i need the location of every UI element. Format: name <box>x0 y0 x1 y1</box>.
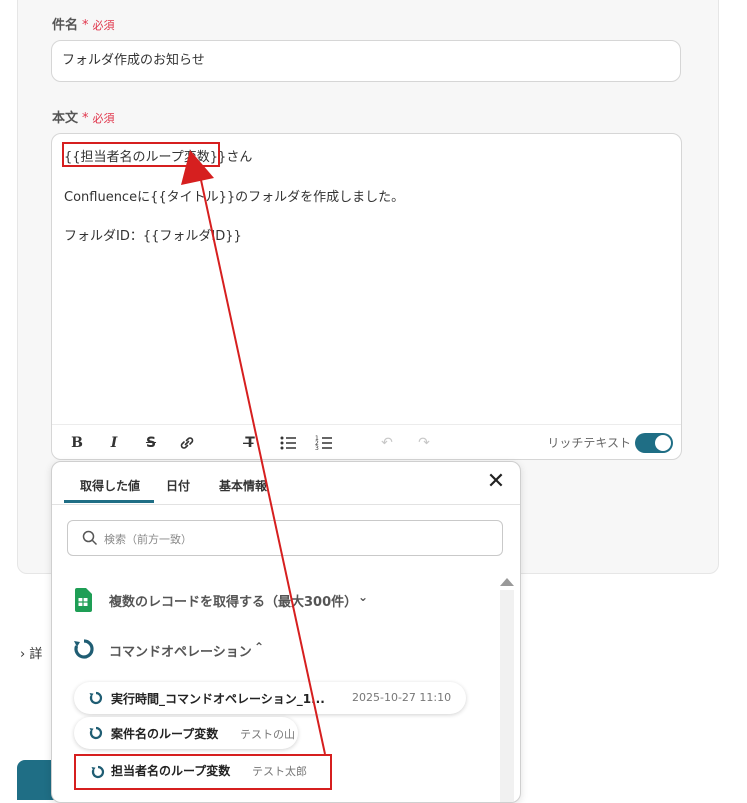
group-get-records[interactable]: 複数のレコードを取得する（最大300件） ⌄ <box>72 588 402 612</box>
redo-icon[interactable]: ↷ <box>415 434 433 452</box>
variable-picker-popup: 取得した値 日付 基本情報 ✕ 検索（前方一致） 複数のレコードを取得する（最大… <box>51 461 521 803</box>
strikethrough-icon[interactable]: S <box>142 434 160 452</box>
group-label: 複数のレコードを取得する（最大300件） <box>109 595 358 610</box>
group-label: コマンドオペレーション <box>109 645 252 660</box>
body-editor[interactable]: {{担当者名のループ変数}}さん Confluenceに{{タイトル}}のフォル… <box>51 133 682 460</box>
required-star: * <box>82 111 89 126</box>
loop-icon <box>89 726 103 740</box>
body-label: 本文 * 必須 <box>52 107 115 126</box>
variable-item[interactable]: 案件名のループ変数 テストの山 <box>74 717 298 749</box>
scroll-up-icon[interactable] <box>500 578 514 586</box>
subject-label: 件名 * 必須 <box>52 14 115 33</box>
variable-item[interactable]: 実行時間_コマンドオペレーション_1... 2025-10-27 11:10 <box>74 682 466 714</box>
tab-date[interactable]: 日付 <box>166 477 190 494</box>
body-line-3: フォルダID：{{フォルダID}} <box>64 229 242 244</box>
google-sheets-icon <box>75 588 92 612</box>
variable-item-selected[interactable]: 担当者名のループ変数 テスト太郎 <box>74 754 332 790</box>
clear-format-icon[interactable]: T̶ <box>241 434 259 452</box>
variable-name: 実行時間_コマンドオペレーション_1... <box>111 692 325 706</box>
tab-basic-info[interactable]: 基本情報 <box>219 477 267 494</box>
body-line-1-suffix: さん <box>226 150 253 165</box>
variable-value: テスト太郎 <box>252 765 307 778</box>
rich-text-toggle[interactable] <box>635 433 673 453</box>
rich-text-label: リッチテキスト <box>547 436 631 450</box>
variable-value: テストの山 <box>240 728 295 741</box>
details-link[interactable]: › 詳 <box>20 643 42 662</box>
search-input[interactable]: 検索（前方一致） <box>67 520 503 556</box>
loop-icon <box>89 691 103 705</box>
bold-icon[interactable]: B <box>68 434 86 452</box>
link-icon[interactable] <box>178 434 196 452</box>
body-label-text: 本文 <box>52 111 79 126</box>
variable-name: 担当者名のループ変数 <box>111 764 231 778</box>
chevron-down-icon: ⌄ <box>358 590 369 604</box>
annotation-box-target <box>62 142 220 167</box>
loop-icon <box>91 765 105 779</box>
editor-toolbar: B I S T̶ 123 ↶ ↷ リッチテキスト <box>52 424 681 461</box>
scrollbar[interactable] <box>500 590 514 802</box>
subject-label-text: 件名 <box>52 18 79 33</box>
loop-icon <box>74 639 94 659</box>
details-link-text: 詳 <box>29 647 43 662</box>
tab-acquired-values[interactable]: 取得した値 <box>63 477 155 503</box>
svg-text:3: 3 <box>315 445 319 452</box>
required-badge: 必須 <box>92 112 115 125</box>
popup-tabs: 取得した値 日付 基本情報 ✕ <box>52 462 520 505</box>
required-star: * <box>82 18 89 33</box>
italic-icon[interactable]: I <box>105 434 123 452</box>
undo-icon[interactable]: ↶ <box>378 434 396 452</box>
group-command-operation[interactable]: コマンドオペレーション ⌃ <box>72 638 332 662</box>
search-placeholder: 検索（前方一致） <box>104 533 192 546</box>
body-line-2: Confluenceに{{タイトル}}のフォルダを作成しました。 <box>64 190 405 205</box>
required-badge: 必須 <box>92 19 115 32</box>
subject-input[interactable]: フォルダ作成のお知らせ <box>51 40 681 82</box>
search-icon <box>82 530 98 546</box>
variable-name: 案件名のループ変数 <box>111 727 219 741</box>
numbered-list-icon[interactable]: 123 <box>315 434 333 452</box>
bullet-list-icon[interactable] <box>279 434 297 452</box>
close-icon[interactable]: ✕ <box>486 471 506 493</box>
chevron-up-icon: ⌃ <box>254 640 265 654</box>
variable-value: 2025-10-27 11:10 <box>352 691 452 704</box>
